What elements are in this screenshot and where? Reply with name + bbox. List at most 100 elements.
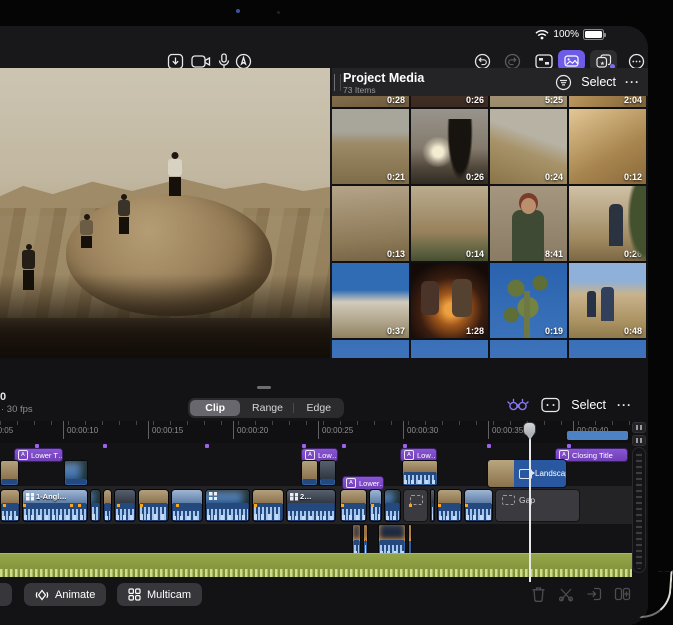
clip-audio-area — [466, 503, 491, 520]
project-title-fragment: 0 — [0, 391, 6, 403]
clip-duration: 0:24 — [545, 172, 563, 182]
insert-icon[interactable] — [584, 584, 604, 604]
media-thumbnail[interactable]: 0:28 — [332, 96, 409, 107]
clip-audio-area — [105, 503, 110, 520]
media-more-button[interactable]: ··· — [625, 75, 640, 89]
connect-clips-icon[interactable] — [506, 396, 530, 413]
connection-dot — [342, 444, 346, 448]
clip-marker — [409, 504, 412, 507]
clip-duration: 1:28 — [466, 326, 484, 336]
title-clip[interactable]: ALower… — [342, 476, 384, 490]
timeline-more-button[interactable]: ··· — [617, 398, 632, 412]
storyline-clip[interactable]: 2… — [286, 489, 336, 522]
playhead-line — [529, 422, 531, 582]
storyline-clip[interactable] — [430, 489, 435, 522]
timeline-select-button[interactable]: Select — [571, 398, 606, 412]
media-thumbnail[interactable]: 5:25 — [490, 96, 567, 107]
multicam-label: Multicam — [147, 589, 191, 601]
clip-thumbnail — [91, 490, 100, 504]
connected-clip-bar[interactable] — [567, 431, 628, 440]
clip-thumbnail — [409, 525, 411, 541]
connected-clip[interactable] — [301, 460, 318, 486]
animate-button[interactable]: Animate — [24, 583, 106, 606]
ipad-device: 100% — [0, 0, 673, 625]
media-thumbnail[interactable]: 1:28 — [411, 263, 488, 338]
landscape-clip[interactable]: Landscap… — [487, 459, 567, 488]
multicam-badge-icon — [209, 492, 217, 500]
gap-icon — [502, 495, 515, 505]
segment-range[interactable]: Range — [242, 400, 292, 416]
timeline-zoom-button-bottom[interactable] — [632, 435, 646, 446]
device-corner-highlight — [639, 568, 672, 620]
multicam-button[interactable]: Multicam — [117, 583, 202, 606]
gap-clip[interactable]: G… — [403, 489, 428, 522]
media-grid-viewport: 0:28 0:26 5:252:04 0:21 0:26 0:24 0:12 0:13 0:14… — [332, 96, 648, 384]
media-thumbnail[interactable]: 0:26 — [569, 186, 646, 261]
title-clip-label: Closing Title — [572, 451, 613, 460]
media-thumbnail[interactable]: 0:19 — [490, 263, 567, 338]
video-viewer[interactable]: 00:00:37:14 41% ··· — [0, 68, 330, 358]
overwrite-icon[interactable] — [612, 584, 632, 604]
multicam-badge-icon — [290, 493, 298, 501]
clip-thumbnail — [385, 490, 400, 504]
timeline-resize-handle[interactable] — [257, 386, 271, 389]
storyline-clip[interactable] — [90, 489, 101, 522]
connected-clip[interactable] — [64, 460, 88, 486]
media-thumbnail[interactable]: 0:37 — [332, 263, 409, 338]
connected-clip[interactable] — [0, 460, 19, 486]
media-thumbnail[interactable]: 0:13 — [332, 186, 409, 261]
clip-audio-area — [303, 479, 316, 484]
gap-label: Gap — [519, 495, 535, 505]
timeline-zoom-button-top[interactable] — [632, 422, 646, 433]
title-clip-label: Lower T… — [31, 451, 63, 460]
overlay-view-icon[interactable] — [541, 397, 560, 413]
storyline-clip[interactable] — [205, 489, 250, 522]
panel-title: Project Media — [343, 71, 424, 85]
storyline-clip[interactable] — [103, 489, 112, 522]
music-track-clip[interactable] — [0, 553, 632, 577]
viewer-foreground-shadow — [0, 274, 330, 358]
media-thumbnail[interactable]: 8:41 — [490, 186, 567, 261]
clip-waveform — [404, 475, 436, 484]
segment-clip[interactable]: Clip — [190, 400, 240, 416]
panel-drag-handle[interactable] — [334, 74, 341, 91]
timeline-vertical-scrollbar[interactable] — [632, 447, 646, 573]
media-thumbnail[interactable]: 0:14 — [411, 186, 488, 261]
segment-edge[interactable]: Edge — [294, 400, 344, 416]
connected-clip[interactable] — [319, 460, 336, 486]
playhead-handle[interactable] — [523, 422, 536, 436]
cutoff-button-fragment[interactable] — [0, 583, 12, 606]
media-thumbnail[interactable]: 2:04 — [569, 96, 646, 107]
person-standing — [118, 194, 130, 234]
media-select-button[interactable]: Select — [581, 75, 616, 89]
media-thumbnail[interactable]: 0:26 — [411, 96, 488, 107]
connected-clip[interactable] — [402, 460, 438, 486]
media-thumbnail[interactable]: 0:48 — [569, 263, 646, 338]
title-clip-label: Low… — [417, 451, 437, 460]
clip-duration: 0:26 — [466, 172, 484, 182]
storyline-clip[interactable] — [464, 489, 493, 522]
filter-icon[interactable] — [555, 74, 572, 91]
timeline-ruler[interactable]: 00:00:0500:00:1000:00:1500:00:2000:00:25… — [0, 421, 632, 443]
clip-duration: 0:26 — [466, 96, 484, 105]
media-thumbnail[interactable]: 0:12 — [569, 109, 646, 184]
person-standing-on-boulder — [168, 152, 182, 196]
multicam-badge-icon — [26, 493, 34, 501]
trash-icon[interactable] — [528, 584, 548, 604]
clip-waveform — [140, 507, 167, 520]
clip-audio-area — [439, 503, 460, 520]
clip-duration: 0:14 — [466, 249, 484, 259]
gap-clip[interactable]: Gap — [495, 489, 580, 522]
blade-icon[interactable] — [556, 584, 576, 604]
title-badge-icon: A — [346, 478, 356, 488]
title-clip[interactable]: ALower T… — [14, 448, 63, 462]
storyline-clip[interactable] — [384, 489, 401, 522]
clip-waveform — [24, 509, 86, 520]
music-waveform — [0, 569, 632, 577]
media-thumbnail[interactable]: 0:26 — [411, 109, 488, 184]
media-thumbnail[interactable]: 0:21 — [332, 109, 409, 184]
media-thumbnail[interactable]: 0:24 — [490, 109, 567, 184]
storyline-clip[interactable] — [340, 489, 367, 522]
clip-thumbnail — [364, 525, 367, 541]
clip-waveform — [92, 507, 99, 520]
